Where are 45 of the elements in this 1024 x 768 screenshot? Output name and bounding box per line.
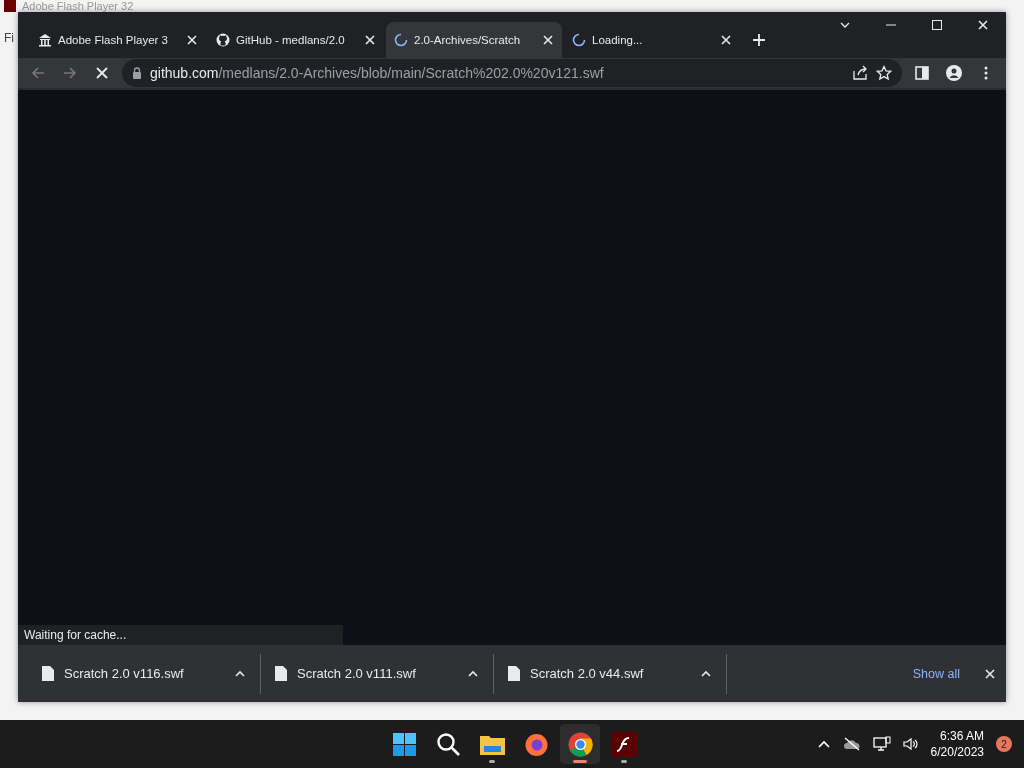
loading-spinner-icon [572,33,586,47]
clock-time[interactable]: 6:36 AM [939,728,984,744]
star-icon[interactable] [876,65,892,81]
file-icon [42,666,54,681]
loading-spinner-icon [394,33,408,47]
maximize-icon[interactable] [931,19,943,31]
close-icon[interactable] [542,34,554,46]
close-icon[interactable] [364,34,376,46]
close-icon[interactable] [186,34,198,46]
forward-icon[interactable] [62,65,78,81]
address-bar[interactable]: github.com/medlans/2.0-Archives/blob/main/Scratch%202.0%20v121.swf [122,59,902,87]
menu-item[interactable]: Fi [4,31,14,45]
windows-logo-icon [390,730,418,758]
browser-tab[interactable]: 2.0-Archives/Scratch [386,22,562,58]
network-icon[interactable] [872,736,891,752]
show-all-link[interactable]: Show all [912,666,960,681]
file-icon [275,666,287,681]
status-bubble: Waiting for cache... [18,625,343,645]
close-icon[interactable] [977,19,989,31]
notification-badge[interactable]: 2 [996,736,1012,752]
download-item[interactable]: Scratch 2.0 v111.swf [261,653,494,694]
close-icon[interactable] [984,667,996,680]
browser-tab[interactable]: GitHub - medlans/2.0 [208,22,384,58]
browser-tab[interactable]: Loading... [564,22,740,58]
cloud-off-icon[interactable] [842,737,861,751]
download-item[interactable]: Scratch 2.0 v44.swf [494,653,727,694]
lock-icon [132,67,142,79]
window-title: Adobe Flash Player 32 [22,0,134,12]
share-icon[interactable] [852,65,868,81]
new-tab-icon[interactable] [752,33,766,47]
taskbar-button[interactable] [560,724,600,764]
file-icon [508,666,520,681]
clock-date[interactable]: 6/20/2023 [930,744,984,760]
volume-icon[interactable] [902,737,919,751]
museum-icon [38,33,52,47]
browser-logo-icon [566,730,594,758]
stop-icon[interactable] [94,65,110,81]
search-icon [434,730,462,758]
profile-icon[interactable] [946,65,962,81]
side-panel-icon[interactable] [914,65,930,81]
back-icon[interactable] [30,65,46,81]
browser-tab[interactable]: Adobe Flash Player 3 [30,22,206,58]
close-icon[interactable] [720,34,732,46]
cat-logo-icon [216,33,230,47]
download-item[interactable]: Scratch 2.0 v116.swf [28,653,261,694]
